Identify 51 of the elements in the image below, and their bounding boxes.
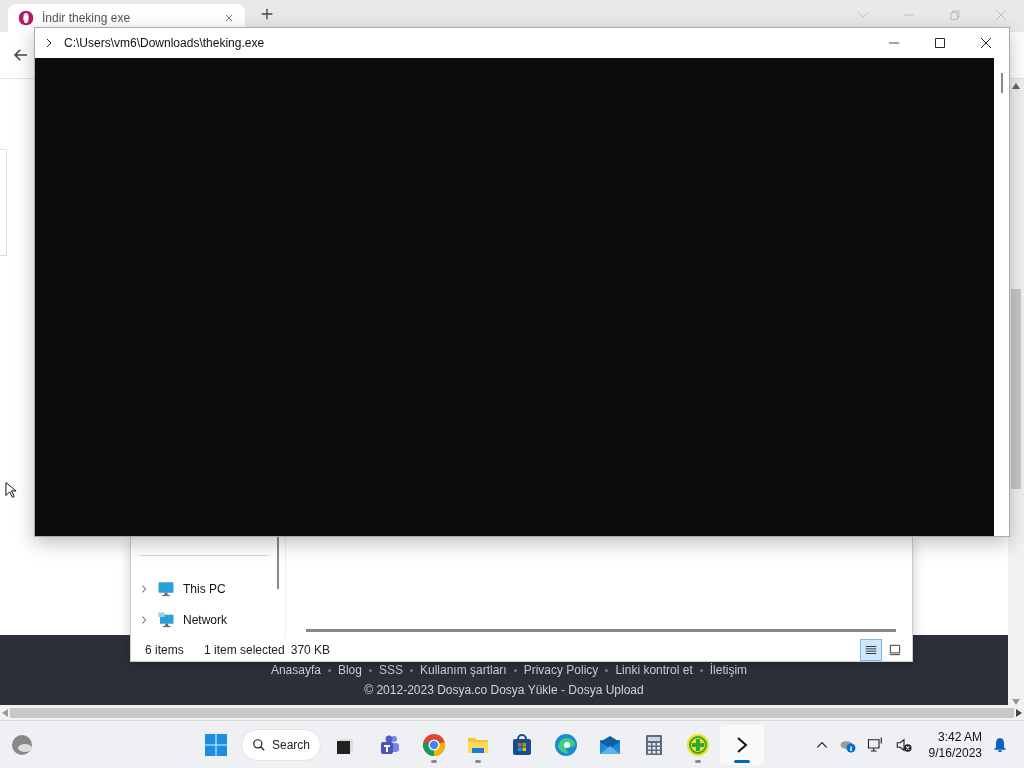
scroll-right-icon xyxy=(1016,708,1022,717)
plus-circle-icon xyxy=(686,732,710,757)
footer-link[interactable]: Anasayfa xyxy=(270,663,321,677)
copyright-text: © 2012-2023 Dosya.co Dosya Yükle - Dosya Upload xyxy=(364,683,644,697)
chevron-right-icon xyxy=(139,614,149,625)
nav-item[interactable]: This PC xyxy=(139,573,285,604)
restore-icon xyxy=(948,8,962,22)
monitor-icon xyxy=(157,579,175,598)
selection-info: 1 item selected xyxy=(204,642,285,657)
close-icon xyxy=(994,8,1008,22)
search-button[interactable]: Search xyxy=(241,728,321,761)
mouse-cursor-icon xyxy=(5,481,17,499)
search-icon xyxy=(252,737,266,752)
scroll-up-icon xyxy=(1012,83,1020,89)
footer-link[interactable]: SSS xyxy=(378,663,403,677)
horizontal-scrollbar[interactable] xyxy=(0,705,1024,720)
weather-cloud-icon xyxy=(10,732,34,757)
plus-icon xyxy=(259,6,275,22)
scroll-track[interactable] xyxy=(306,629,896,632)
browser-logo-icon xyxy=(18,10,34,26)
nav-item[interactable]: Network xyxy=(139,604,285,635)
scroll-thumb[interactable] xyxy=(10,707,1014,718)
bell-icon xyxy=(992,736,1008,753)
tab-title: İndir theking exe xyxy=(42,11,132,25)
item-count: 6 items xyxy=(145,642,185,657)
windows-logo-icon xyxy=(204,732,228,757)
footer-link[interactable]: Blog xyxy=(337,663,362,677)
scroll-left-icon xyxy=(2,708,8,717)
footer-link[interactable]: Linki kontrol et xyxy=(615,663,693,677)
network-icon xyxy=(157,610,175,629)
chevron-right-icon xyxy=(139,583,149,594)
vertical-scrollbar[interactable] xyxy=(1008,79,1024,705)
tile-icon xyxy=(888,642,902,657)
scroll-thumb[interactable] xyxy=(1011,289,1021,489)
monitor-plug-icon xyxy=(866,735,885,754)
shopping-bag-icon xyxy=(510,732,534,757)
maximize-icon xyxy=(934,37,946,49)
wave-circle-icon xyxy=(554,732,578,757)
view-button[interactable] xyxy=(860,638,882,661)
browser-circle-icon xyxy=(422,732,446,757)
back-arrow-icon xyxy=(12,46,30,64)
close-icon xyxy=(223,12,235,24)
footer-link[interactable]: Privacy Policy xyxy=(523,663,599,677)
window-title: C:\Users\vm6\Downloads\theking.exe xyxy=(64,36,265,50)
selection-size: 370 KB xyxy=(290,642,331,657)
footer-link[interactable]: Kullanım şartları xyxy=(420,663,507,677)
clock-date: 9/16/2023 xyxy=(928,744,982,761)
close-icon xyxy=(980,37,992,49)
clock-time: 3:42 AM xyxy=(937,728,982,745)
scroll-thumb[interactable] xyxy=(1000,73,1003,93)
footer-link[interactable]: İletişim xyxy=(709,663,748,677)
